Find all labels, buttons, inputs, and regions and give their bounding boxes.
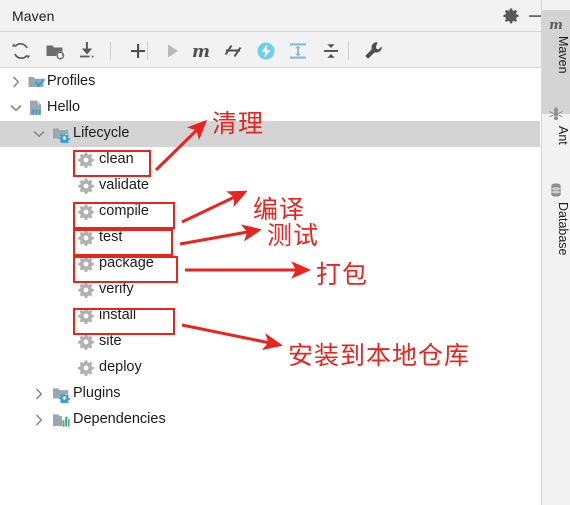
- tree-item-label: Profiles: [47, 73, 96, 89]
- goal-gear-icon: [77, 307, 95, 325]
- goal-gear-icon: [77, 281, 95, 299]
- tree-item-profiles[interactable]: Profiles: [0, 69, 540, 95]
- tree-item-hello[interactable]: m Hello: [0, 95, 540, 121]
- svg-text:m: m: [549, 18, 563, 32]
- goal-gear-icon: [77, 203, 95, 221]
- side-tab-label: Ant: [556, 126, 570, 145]
- lifecycle-folder-icon: [52, 125, 70, 145]
- gear-icon[interactable]: [501, 6, 521, 26]
- side-tab-database[interactable]: Database: [542, 176, 570, 292]
- tree-item-dependencies[interactable]: Dependencies: [0, 407, 540, 433]
- dependencies-icon: [52, 411, 70, 429]
- chevron-right-icon[interactable]: [8, 74, 24, 90]
- tree-item-label: clean: [99, 151, 134, 167]
- download-icon[interactable]: [76, 40, 98, 62]
- maven-project-tree[interactable]: Profiles m Hello Lifecycle clean validate comp…: [0, 69, 540, 504]
- folder-refresh-icon[interactable]: [44, 40, 66, 62]
- maven-toolbar: m: [0, 32, 541, 68]
- tree-item-label: install: [99, 307, 137, 323]
- goal-gear-icon: [77, 151, 95, 169]
- offline-bolt-icon[interactable]: [255, 40, 277, 62]
- tree-item-validate[interactable]: validate: [0, 173, 540, 199]
- svg-text:m: m: [31, 107, 41, 117]
- tree-item-site[interactable]: site: [0, 329, 540, 355]
- plus-icon[interactable]: [127, 40, 149, 62]
- maven-tool-window: Maven m Profiles m Hello Lifecycle clean…: [0, 0, 541, 505]
- page-title: Maven: [12, 8, 55, 24]
- maven-project-icon: m: [27, 99, 45, 118]
- tree-item-package[interactable]: package: [0, 251, 540, 277]
- tree-item-verify[interactable]: verify: [0, 277, 540, 303]
- tree-item-label: Plugins: [73, 385, 121, 401]
- side-tab-label: Database: [556, 202, 570, 256]
- tree-item-label: test: [99, 229, 123, 245]
- ant-icon: [548, 106, 564, 122]
- chevron-down-icon[interactable]: [8, 100, 24, 116]
- toolbar-separator: [348, 42, 349, 60]
- side-tab-maven[interactable]: m Maven: [542, 10, 570, 114]
- side-tab-label: Maven: [556, 36, 570, 74]
- tree-item-label: verify: [99, 281, 134, 297]
- database-icon: [548, 182, 564, 198]
- tree-item-label: deploy: [99, 359, 142, 375]
- plugins-folder-icon: [52, 385, 70, 405]
- svg-text:m: m: [192, 42, 210, 62]
- profiles-folder-icon: [27, 73, 45, 91]
- tree-item-label: package: [99, 255, 154, 271]
- run-icon[interactable]: [161, 40, 183, 62]
- tree-item-deploy[interactable]: deploy: [0, 355, 540, 381]
- toolbar-separator: [147, 42, 148, 60]
- collapse-all-icon[interactable]: [320, 40, 342, 62]
- tree-item-compile[interactable]: compile: [0, 199, 540, 225]
- tree-item-clean[interactable]: clean: [0, 147, 540, 173]
- goal-gear-icon: [77, 255, 95, 273]
- goal-gear-icon: [77, 333, 95, 351]
- tree-item-test[interactable]: test: [0, 225, 540, 251]
- tree-item-label: Hello: [47, 99, 81, 115]
- maven-m-icon: m: [548, 16, 564, 33]
- goal-gear-icon: [77, 229, 95, 247]
- maven-m-icon[interactable]: m: [188, 40, 214, 62]
- chevron-right-icon[interactable]: [31, 412, 47, 428]
- side-tab-ant[interactable]: Ant: [542, 100, 570, 188]
- tree-item-lifecycle[interactable]: Lifecycle: [0, 121, 540, 147]
- tree-item-label: site: [99, 333, 122, 349]
- tree-item-install[interactable]: install: [0, 303, 540, 329]
- toolbar-separator: [110, 42, 111, 60]
- expand-all-icon[interactable]: [287, 40, 309, 62]
- chevron-right-icon[interactable]: [31, 386, 47, 402]
- tree-item-label: Lifecycle: [73, 125, 130, 141]
- tree-item-label: compile: [99, 203, 149, 219]
- refresh-icon[interactable]: [10, 40, 32, 62]
- tree-item-label: validate: [99, 177, 149, 193]
- tool-window-titlebar: Maven: [0, 0, 541, 32]
- tree-item-plugins[interactable]: Plugins: [0, 381, 540, 407]
- tool-window-stripe-right: m Maven Ant Database: [541, 0, 570, 505]
- skip-tests-icon[interactable]: [222, 40, 244, 62]
- chevron-down-icon[interactable]: [31, 126, 47, 142]
- tree-item-label: Dependencies: [73, 411, 166, 427]
- goal-gear-icon: [77, 359, 95, 377]
- goal-gear-icon: [77, 177, 95, 195]
- wrench-icon[interactable]: [362, 40, 384, 62]
